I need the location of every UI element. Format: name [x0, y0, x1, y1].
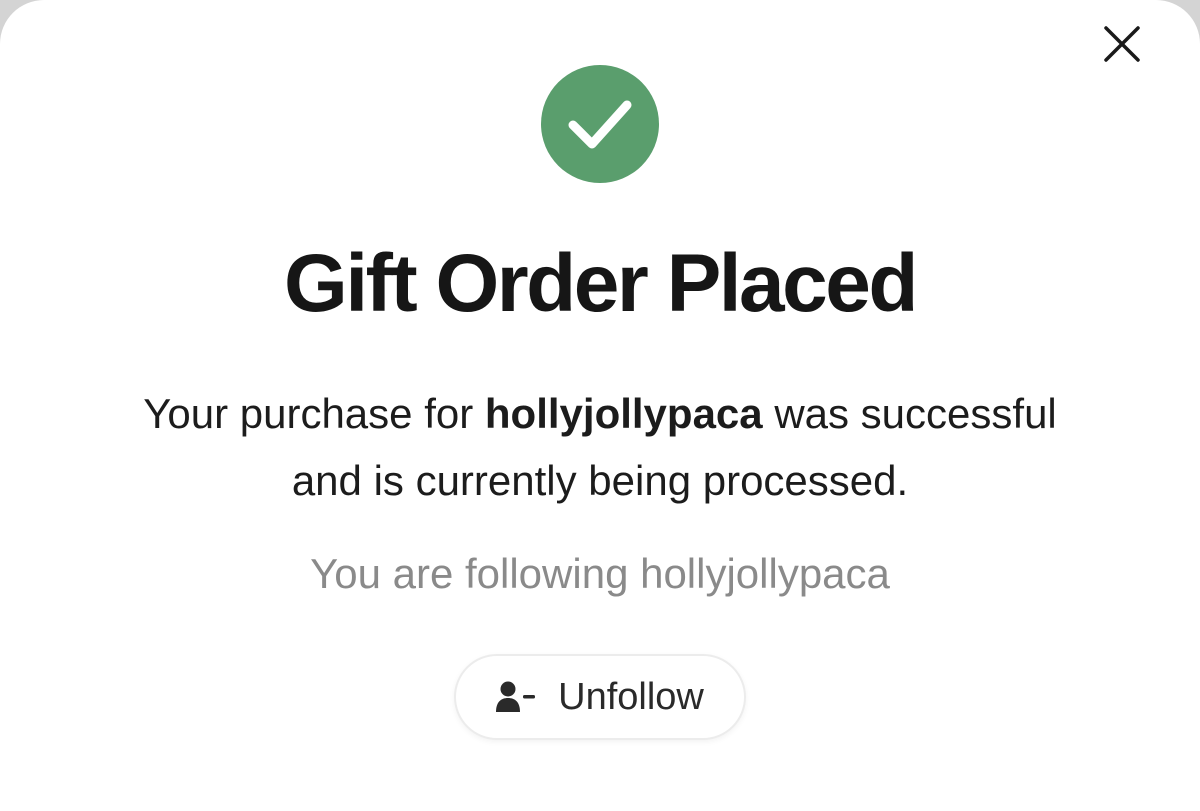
- gift-order-dialog: Gift Order Placed Your purchase for holl…: [0, 0, 1200, 811]
- unfollow-button[interactable]: Unfollow: [454, 654, 746, 740]
- message-line2: and is currently being processed.: [291, 457, 909, 504]
- unfollow-label: Unfollow: [558, 676, 704, 718]
- success-badge: [541, 65, 659, 183]
- user-minus-icon: [496, 681, 536, 712]
- confirmation-message: Your purchase for hollyjollypaca was suc…: [60, 380, 1140, 514]
- message-line1-suffix: was successful: [762, 390, 1057, 437]
- message-prefix: Your purchase for: [143, 390, 485, 437]
- following-status: You are following hollyjollypaca: [310, 550, 890, 597]
- check-circle-icon: [568, 100, 632, 149]
- close-button[interactable]: [1096, 18, 1148, 70]
- dialog-title: Gift Order Placed: [284, 238, 918, 329]
- close-icon: [1104, 26, 1140, 62]
- recipient-name: hollyjollypaca: [484, 390, 763, 437]
